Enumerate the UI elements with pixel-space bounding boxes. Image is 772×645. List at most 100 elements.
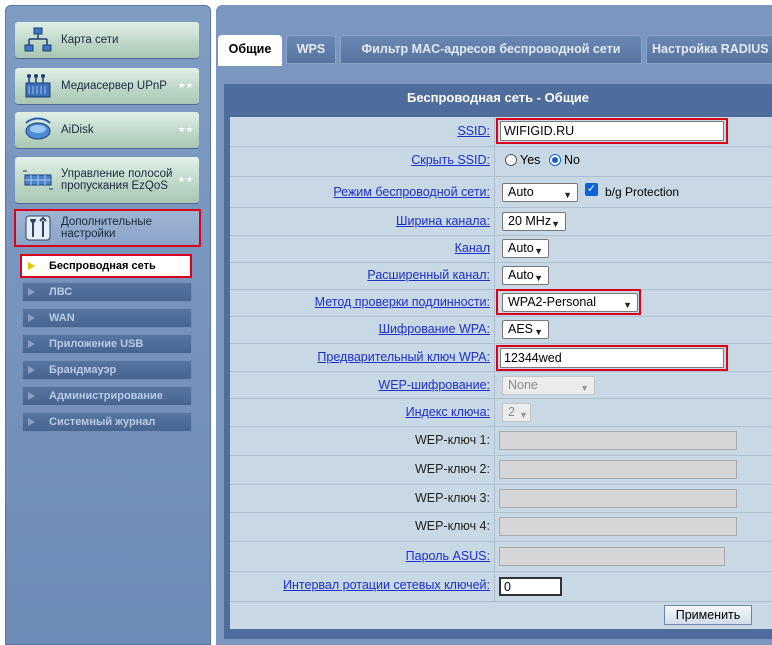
stars-icon: ★★: [177, 80, 194, 92]
network-map-icon: [23, 27, 53, 53]
chevron-down-icon: ▼: [563, 190, 572, 200]
aidisk-icon: [23, 117, 53, 143]
menu-label: Дополнительные настройки: [61, 216, 153, 240]
wep-key2-label: WEP-ключ 2:: [414, 462, 490, 476]
panel-title: Беспроводная сеть - Общие: [224, 84, 772, 111]
tab-mac-filter[interactable]: Фильтр MAC-адресов беспроводной сети: [340, 35, 642, 64]
row-divider: [230, 316, 772, 317]
bandwidth-label[interactable]: Ширина канала:: [396, 214, 490, 228]
submenu-system-log[interactable]: Системный журнал: [22, 412, 192, 432]
wep-key1-input: [499, 431, 737, 450]
arrow-right-icon: [28, 366, 35, 374]
wep-key2-input: [499, 460, 737, 479]
submenu-label: Приложение USB: [49, 338, 144, 350]
wep-encryption-label[interactable]: WEP-шифрование:: [378, 378, 490, 392]
wep-key1-label: WEP-ключ 1:: [414, 433, 490, 447]
arrow-right-icon: [28, 392, 35, 400]
tab-wps[interactable]: WPS: [286, 35, 336, 64]
menu-network-map[interactable]: Карта сети: [15, 22, 199, 58]
channel-select[interactable]: Auto ▼: [502, 239, 549, 258]
hide-ssid-no-radio[interactable]: [549, 154, 561, 166]
key-index-select: 2 ▼: [502, 403, 531, 422]
bg-protection-checkbox[interactable]: ✓: [585, 183, 598, 196]
ext-channel-select[interactable]: Auto ▼: [502, 266, 549, 285]
row-divider: [230, 262, 772, 263]
wpa-key-input[interactable]: [500, 348, 724, 368]
tab-general[interactable]: Общие: [218, 35, 282, 66]
wpa-encryption-select[interactable]: AES ▼: [502, 320, 549, 339]
row-divider: [230, 289, 772, 290]
chevron-down-icon: ▼: [623, 300, 632, 310]
ext-channel-label[interactable]: Расширенный канал:: [367, 268, 490, 282]
select-value: Auto: [508, 268, 534, 282]
submenu-lan[interactable]: ЛВС: [22, 282, 192, 302]
hide-ssid-yes-label: Yes: [520, 153, 541, 167]
submenu-usb-app[interactable]: Приложение USB: [22, 334, 192, 354]
menu-label: Управление полосой пропускания EzQoS: [61, 168, 173, 192]
select-value: WPA2-Personal: [508, 295, 596, 309]
hide-ssid-label[interactable]: Скрыть SSID:: [411, 153, 490, 167]
submenu-wan[interactable]: WAN: [22, 308, 192, 328]
chevron-down-icon: ▼: [534, 327, 543, 337]
arrow-right-icon: [28, 314, 35, 322]
submenu-wireless[interactable]: Беспроводная сеть: [22, 256, 192, 276]
stars-icon: ★★: [177, 124, 194, 136]
wep-key4-input: [499, 517, 737, 536]
hide-ssid-no-label: No: [564, 153, 580, 167]
key-index-label[interactable]: Индекс ключа:: [406, 405, 490, 419]
submenu-label: WAN: [49, 312, 75, 324]
row-divider: [230, 571, 772, 572]
chevron-down-icon: ▼: [519, 410, 528, 420]
arrow-right-icon: [28, 340, 35, 348]
menu-aidisk[interactable]: AiDisk ★★: [15, 112, 199, 148]
submenu-label: Системный журнал: [49, 416, 156, 428]
submenu-firewall[interactable]: Брандмауэр: [22, 360, 192, 380]
wpa-encryption-label[interactable]: Шифрование WPA:: [379, 322, 490, 336]
asus-password-label[interactable]: Пароль ASUS:: [406, 549, 490, 563]
stars-icon: ★★: [177, 174, 194, 186]
row-divider: [230, 235, 772, 236]
row-divider: [230, 601, 772, 602]
column-divider: [494, 117, 495, 601]
select-value: AES: [508, 322, 534, 336]
channel-label[interactable]: Канал: [455, 241, 490, 255]
row-divider: [230, 371, 772, 372]
chevron-down-icon: ▼: [580, 383, 589, 393]
select-value: Auto: [508, 185, 534, 199]
chevron-down-icon: ▼: [534, 246, 543, 256]
submenu-label: ЛВС: [49, 286, 73, 298]
sidebar: Карта сети Медиасервер UPnP ★★ AiDisk ★★…: [5, 5, 211, 645]
auth-method-select[interactable]: WPA2-Personal ▼: [502, 293, 638, 312]
submenu-label: Администрирование: [49, 390, 163, 402]
menu-advanced-settings[interactable]: Дополнительные настройки: [15, 210, 199, 246]
submenu-administration[interactable]: Администрирование: [22, 386, 192, 406]
hide-ssid-yes-radio[interactable]: [505, 154, 517, 166]
asus-password-input: [499, 547, 725, 566]
bg-protection-label: b/g Protection: [605, 185, 680, 199]
tab-radius[interactable]: Настройка RADIUS: [646, 35, 772, 64]
wep-key3-input: [499, 489, 737, 508]
apply-button[interactable]: Применить: [664, 605, 752, 625]
ssid-label[interactable]: SSID:: [457, 124, 490, 138]
menu-upnp-media-server[interactable]: Медиасервер UPnP ★★: [15, 68, 199, 104]
row-divider: [230, 398, 772, 399]
row-divider: [230, 207, 772, 208]
bandwidth-select[interactable]: 20 MHz ▼: [502, 212, 566, 231]
arrow-right-icon: [28, 418, 35, 426]
wireless-mode-label[interactable]: Режим беспроводной сети:: [333, 185, 490, 199]
row-divider: [230, 426, 772, 427]
menu-label: Карта сети: [61, 34, 119, 46]
rekey-interval-input[interactable]: [499, 577, 562, 596]
row-divider: [230, 343, 772, 344]
menu-ezqos[interactable]: Управление полосой пропускания EzQoS ★★: [15, 157, 199, 203]
wireless-mode-select[interactable]: Auto ▼: [502, 183, 578, 202]
wpa-key-label[interactable]: Предварительный ключ WPA:: [317, 350, 490, 364]
rekey-interval-label[interactable]: Интервал ротации сетевых ключей:: [283, 578, 490, 592]
auth-method-label[interactable]: Метод проверки подлинности:: [315, 295, 490, 309]
ssid-input[interactable]: [500, 121, 724, 141]
media-server-icon: [23, 73, 53, 99]
row-divider: [230, 512, 772, 513]
row-divider: [230, 541, 772, 542]
submenu-label: Беспроводная сеть: [49, 260, 156, 272]
wep-encryption-select: None ▼: [502, 376, 595, 395]
